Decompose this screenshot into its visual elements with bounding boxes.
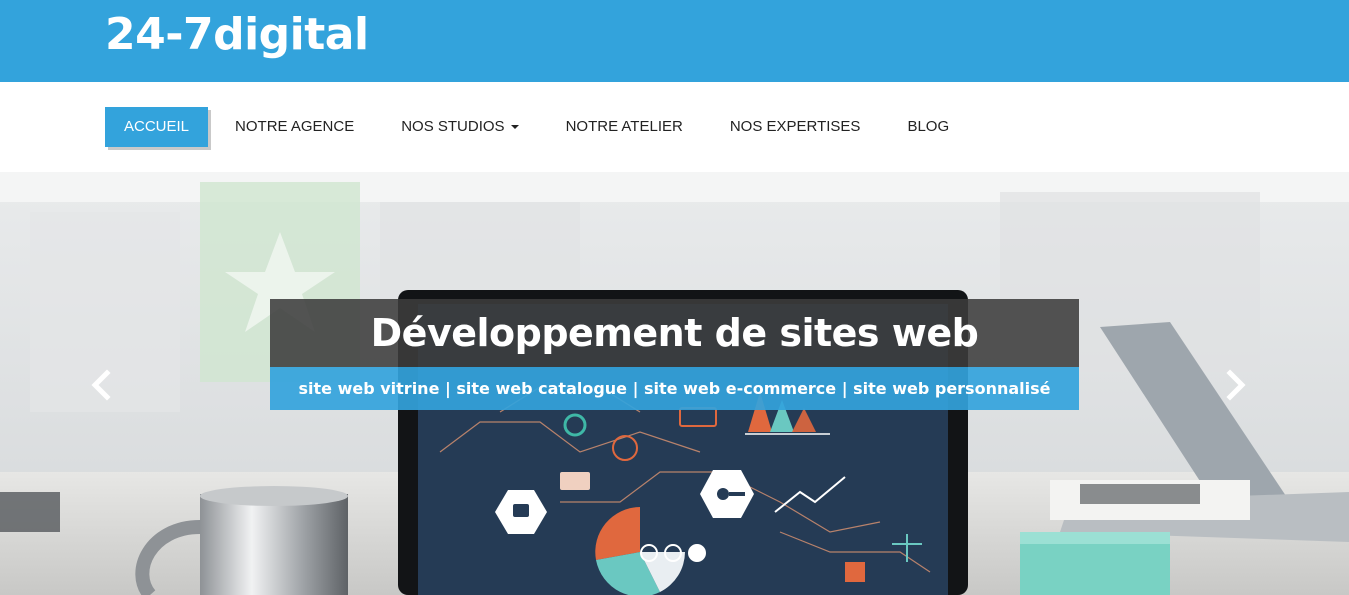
chevron-right-icon <box>1226 369 1246 401</box>
nav-item-label: ACCUEIL <box>124 118 190 135</box>
nav-item-label: NOS STUDIOS <box>401 118 505 135</box>
nav-item-label: NOTRE ATELIER <box>565 118 683 135</box>
carousel-indicator-1[interactable] <box>640 544 658 562</box>
nav-item-nos-expertises[interactable]: NOS EXPERTISES <box>730 107 861 147</box>
brand-header: 24-7digital <box>0 0 1349 82</box>
slide-title: Développement de sites web <box>370 311 979 355</box>
carousel-next-button[interactable] <box>1217 367 1253 403</box>
carousel-indicators <box>640 544 720 566</box>
nav-item-notre-agence[interactable]: NOTRE AGENCE <box>235 107 354 147</box>
nav-item-label: NOTRE AGENCE <box>235 118 355 135</box>
nav-item-label: BLOG <box>907 118 950 135</box>
nav-menu: ACCUEIL NOTRE AGENCE NOS STUDIOS NOTRE A… <box>105 107 949 147</box>
main-navigation: ACCUEIL NOTRE AGENCE NOS STUDIOS NOTRE A… <box>0 82 1349 172</box>
carousel-indicator-3[interactable] <box>688 544 706 562</box>
nav-item-label: NOS EXPERTISES <box>729 118 861 135</box>
carousel-indicator-2[interactable] <box>664 544 682 562</box>
slide-subtitle-box: site web vitrine | site web catalogue | … <box>270 367 1079 410</box>
slide-subtitle: site web vitrine | site web catalogue | … <box>298 379 1051 398</box>
carousel-prev-button[interactable] <box>84 367 120 403</box>
caret-down-icon <box>510 125 519 130</box>
nav-item-notre-atelier[interactable]: NOTRE ATELIER <box>566 107 683 147</box>
nav-item-accueil[interactable]: ACCUEIL <box>105 107 209 147</box>
nav-item-blog[interactable]: BLOG <box>907 107 949 147</box>
site-logo[interactable]: 24-7digital <box>105 6 369 64</box>
hero-carousel: Développement de sites web site web vitr… <box>0 172 1349 595</box>
chevron-left-icon <box>91 369 111 401</box>
slide-title-box: Développement de sites web <box>270 299 1079 367</box>
nav-item-nos-studios[interactable]: NOS STUDIOS <box>401 107 519 147</box>
